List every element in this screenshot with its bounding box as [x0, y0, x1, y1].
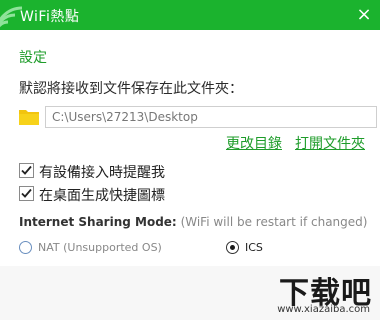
watermark-logo: 下载吧 www.xiazaiba.com — [264, 268, 374, 318]
checkmark-icon — [21, 165, 32, 175]
notify-checkbox[interactable] — [19, 163, 34, 178]
ics-label: ICS — [245, 241, 263, 254]
sharing-mode-label: Internet Sharing Mode: — [19, 215, 177, 229]
window-title: WiFi熱點 — [20, 9, 80, 25]
shortcut-label: 在桌面生成快捷圖標 — [39, 188, 165, 204]
nat-mode-option[interactable]: NAT (Unsupported OS) — [19, 241, 162, 254]
watermark-url: www.xiazaiba.com — [277, 304, 370, 315]
nat-label: NAT (Unsupported OS) — [38, 241, 162, 254]
radio-selected-dot — [230, 245, 235, 250]
change-directory-link[interactable]: 更改目錄 — [226, 133, 282, 153]
open-folder-link[interactable]: 打開文件夾 — [295, 133, 365, 153]
settings-section-title: 設定 — [19, 50, 47, 66]
close-icon: × — [356, 4, 372, 25]
folder-icon[interactable] — [19, 108, 39, 125]
title-bar: WiFi熱點 × — [0, 0, 380, 30]
sharing-mode-hint: (WiFi will be restart if changed) — [180, 215, 368, 229]
nat-radio[interactable] — [19, 241, 32, 254]
close-button[interactable]: × — [352, 3, 376, 27]
shortcut-checkbox[interactable] — [19, 186, 34, 201]
notify-label: 有設備接入時提醒我 — [39, 165, 165, 181]
ics-mode-option[interactable]: ICS — [226, 241, 263, 254]
save-location-label: 默認將接收到文件保存在此文件夾： — [19, 81, 243, 97]
checkmark-icon — [21, 188, 32, 198]
sharing-mode-row: Internet Sharing Mode: (WiFi will be res… — [19, 215, 367, 229]
ics-radio[interactable] — [226, 241, 239, 254]
folder-path-input[interactable] — [45, 106, 377, 128]
